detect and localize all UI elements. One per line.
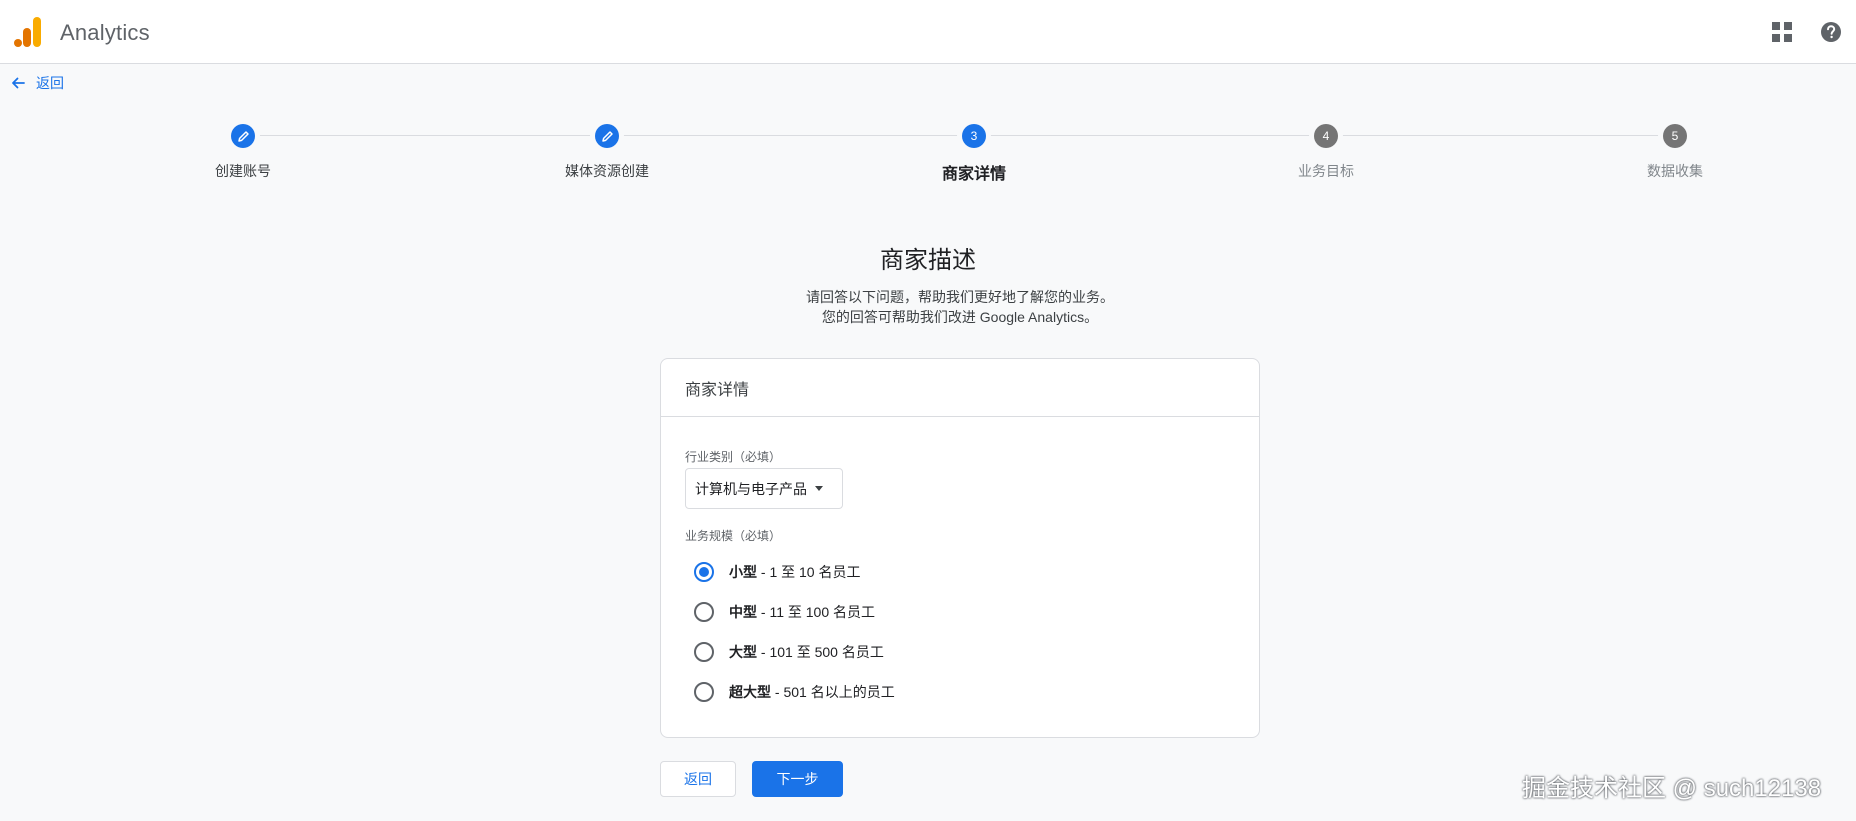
next-button[interactable]: 下一步: [752, 761, 843, 797]
size-option-desc: - 101 至 500 名员工: [757, 644, 884, 660]
top-app-bar: Analytics: [0, 0, 1856, 64]
description-line-1: 请回答以下问题，帮助我们更好地了解您的业务。: [0, 287, 1856, 307]
step-property-creation[interactable]: 媒体资源创建: [517, 124, 697, 181]
size-option-small[interactable]: 小型 - 1 至 10 名员工: [694, 560, 860, 584]
dropdown-caret-icon: [815, 486, 823, 491]
step-create-account[interactable]: 创建账号: [153, 124, 333, 181]
description-text-1: 请回答以下问题，帮助我们更好地了解您的业务。: [806, 289, 1114, 305]
size-option-small-label: 小型 - 1 至 10 名员工: [729, 562, 860, 582]
edit-pencil-icon: [601, 130, 613, 142]
step-data-collection: 5 数据收集: [1585, 124, 1765, 181]
description-text-2: 您的回答可帮助我们改进 Google Analytics。: [821, 309, 1099, 325]
size-option-name: 小型: [729, 564, 757, 580]
step-business-objectives: 4 业务目标: [1236, 124, 1416, 181]
step-business-details: 3 商家详情: [884, 124, 1064, 184]
step-4-indicator: 4: [1314, 124, 1338, 148]
size-option-name: 中型: [729, 604, 757, 620]
step-3-label: 商家详情: [941, 166, 1006, 183]
card-title: 商家详情: [661, 359, 1259, 417]
back-button[interactable]: 返回: [660, 761, 736, 797]
page-title: 商家描述: [0, 240, 1856, 275]
size-option-extra-large[interactable]: 超大型 - 501 名以上的员工: [694, 680, 895, 704]
step-2-label: 媒体资源创建: [565, 163, 649, 179]
size-option-medium[interactable]: 中型 - 11 至 100 名员工: [694, 600, 875, 624]
step-5-label: 数据收集: [1647, 163, 1703, 179]
radio-button[interactable]: [694, 642, 714, 662]
step-1-label: 创建账号: [215, 163, 271, 179]
help-icon[interactable]: [1820, 21, 1842, 43]
step-3-indicator: 3: [962, 124, 986, 148]
apps-grid-icon[interactable]: [1772, 22, 1792, 42]
edit-pencil-icon: [237, 130, 249, 142]
size-option-desc: - 501 名以上的员工: [771, 684, 895, 700]
business-size-label: 业务规模（必填）: [685, 529, 782, 543]
step-1-indicator: [231, 124, 255, 148]
industry-selected-value: 计算机与电子产品: [695, 480, 807, 497]
step-4-label: 业务目标: [1298, 163, 1354, 179]
radio-button[interactable]: [694, 602, 714, 622]
industry-label: 行业类别（必填）: [685, 450, 782, 464]
size-option-desc: - 11 至 100 名员工: [757, 604, 876, 620]
step-2-indicator: [595, 124, 619, 148]
industry-select[interactable]: 计算机与电子产品: [685, 468, 843, 509]
description-line-2: 您的回答可帮助我们改进 Google Analytics。: [0, 307, 1856, 327]
radio-button[interactable]: [694, 682, 714, 702]
size-option-desc: - 1 至 10 名员工: [757, 564, 861, 580]
back-link-label: 返回: [36, 75, 64, 91]
size-option-large[interactable]: 大型 - 101 至 500 名员工: [694, 640, 884, 664]
radio-button-checked[interactable]: [694, 562, 714, 582]
size-option-name: 超大型: [729, 684, 771, 700]
page-title-text: 商家描述: [880, 247, 976, 274]
arrow-back-icon: [12, 77, 25, 89]
back-link[interactable]: 返回: [10, 72, 64, 94]
size-option-extra-large-label: 超大型 - 501 名以上的员工: [729, 682, 895, 702]
size-option-medium-label: 中型 - 11 至 100 名员工: [729, 602, 875, 622]
step-5-indicator: 5: [1663, 124, 1687, 148]
size-option-name: 大型: [729, 644, 757, 660]
analytics-logo[interactable]: [14, 17, 42, 47]
watermark: 掘金技术社区 @ such12138: [1522, 775, 1822, 802]
size-option-large-label: 大型 - 101 至 500 名员工: [729, 642, 884, 662]
app-title: Analytics: [60, 20, 150, 45]
business-details-card: 商家详情 行业类别（必填） 计算机与电子产品 业务规模（必填） 小型 - 1 至…: [660, 358, 1260, 738]
